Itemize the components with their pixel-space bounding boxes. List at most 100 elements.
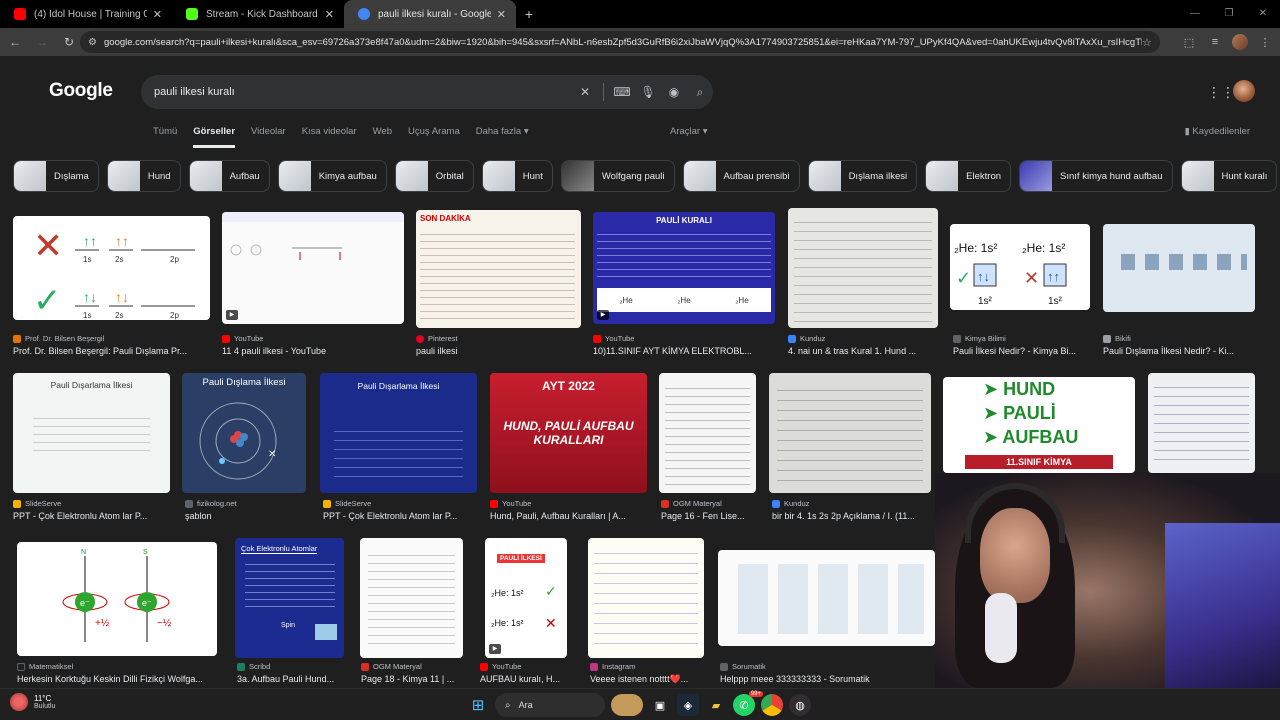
- close-tab-icon[interactable]: ✕: [497, 8, 506, 21]
- taskbar-search[interactable]: ⌕ Ara: [495, 693, 605, 717]
- result-caption[interactable]: 3a. Aufbau Pauli Hund...: [237, 674, 344, 684]
- result-thumbnail[interactable]: [360, 538, 463, 658]
- close-window-icon[interactable]: ✕: [1246, 0, 1280, 28]
- chip-kimya-aufbau[interactable]: Kimya aufbau: [277, 160, 387, 192]
- result-caption[interactable]: Prof. Dr. Bilsen Beşergil: Pauli Dışlama…: [13, 346, 210, 356]
- result-caption[interactable]: Herkesin Korktuğu Keskin Dilli Fizikçi W…: [17, 674, 217, 684]
- result-thumbnail[interactable]: [588, 538, 704, 658]
- chip-disarlama[interactable]: Dışlama: [13, 160, 99, 192]
- image-result[interactable]: OGM Materyal Page 16 - Fen Lise...: [659, 373, 756, 525]
- forward-icon[interactable]: →: [30, 35, 54, 49]
- menu-icon[interactable]: ⋮: [1256, 36, 1274, 49]
- result-thumbnail[interactable]: [769, 373, 931, 493]
- chip-aufbau-prensibi[interactable]: Aufbau prensibi: [682, 160, 800, 192]
- image-result[interactable]: OGM Materyal Page 18 - Kimya 11 | ...: [360, 538, 463, 688]
- search-box[interactable]: ✕ ⌨ 🎙 ◉ ⌕: [141, 75, 713, 109]
- result-caption[interactable]: Page 16 - Fen Lise...: [661, 511, 756, 521]
- extensions-icon[interactable]: ⬚: [1180, 36, 1198, 49]
- image-result[interactable]: PAULİ KURALI ₂He ₂He ₂He ▶ YouTube 10)11.S…: [593, 208, 775, 358]
- image-result[interactable]: Pauli Dışarlama İlkesi SlideServe PPT - …: [13, 373, 170, 525]
- result-caption[interactable]: 4. nai un & tras Kural 1. Hund ...: [788, 346, 938, 356]
- minimize-icon[interactable]: —: [1178, 0, 1212, 28]
- search-input[interactable]: [154, 86, 572, 98]
- url-field[interactable]: ⚙ google.com/search?q=pauli+ilkesi+kural…: [80, 31, 1160, 53]
- obs-icon[interactable]: ◍: [789, 694, 811, 716]
- result-thumbnail[interactable]: [1148, 373, 1255, 473]
- result-caption[interactable]: PPT - Çok Elektronlu Atom lar P...: [323, 511, 477, 521]
- image-result[interactable]: Pauli Dışlama İlkesi ✕ fizikolog.net şab…: [182, 373, 306, 525]
- tab-images[interactable]: Görseller: [193, 126, 236, 148]
- image-result[interactable]: ✕ ✓ ↑↑ ↑↑ ↑↓ ↑↓ 1s 2s 2p 1s 2s 2p Prof. Dr. Bi…: [13, 208, 210, 358]
- tab-web[interactable]: Web: [373, 126, 392, 148]
- bookmark-star-icon[interactable]: ☆: [1142, 36, 1160, 49]
- chip-wolfgang-pauli[interactable]: Wolfgang pauli: [560, 160, 675, 192]
- result-thumbnail[interactable]: Çok Elektronlu Atomlar Spin: [235, 538, 344, 658]
- task-view-icon[interactable]: ▣: [649, 694, 671, 716]
- result-thumbnail[interactable]: [1103, 224, 1255, 312]
- saved-button[interactable]: ▮ Kaydedilenler: [1185, 126, 1250, 137]
- browser-tab-kick[interactable]: Stream - Kick Dashboard ✕: [172, 0, 344, 28]
- image-result[interactable]: PAULİ İLKESİ ₂He: 1s² ✓ ₂He: 1s² ✕ ▶ YouTu…: [480, 538, 567, 688]
- result-caption[interactable]: Veeee istenen notttt❤️...: [590, 674, 702, 685]
- result-caption[interactable]: AUFBAU kuralı, H...: [480, 674, 570, 684]
- maximize-icon[interactable]: ❐: [1212, 0, 1246, 28]
- result-thumbnail[interactable]: Pauli Dışarlama İlkesi: [13, 373, 170, 493]
- tab-all[interactable]: Tümü: [153, 126, 177, 148]
- image-result[interactable]: Çok Elektronlu Atomlar Spin Scribd 3a. A…: [235, 538, 344, 688]
- result-thumbnail[interactable]: ✕ ✓ ↑↑ ↑↑ ↑↓ ↑↓ 1s 2s 2p 1s 2s 2p: [13, 216, 210, 320]
- clear-search-icon[interactable]: ✕: [572, 85, 598, 99]
- chip-hunt[interactable]: Hunt: [481, 160, 553, 192]
- keyboard-icon[interactable]: ⌨: [609, 85, 635, 99]
- chip-orbital[interactable]: Orbital: [394, 160, 474, 192]
- image-result[interactable]: ₂He: 1s² ₂He: 1s² ✓ ↑↓ ✕ ↑↑ 1s² 1s² Kimya…: [950, 208, 1090, 358]
- result-caption[interactable]: Hund, Pauli, Aufbau Kuralları | A...: [490, 511, 647, 521]
- result-thumbnail[interactable]: Pauli Dışlama İlkesi ✕: [182, 373, 306, 493]
- whatsapp-icon[interactable]: ✆ 99+: [733, 691, 763, 716]
- close-tab-icon[interactable]: ✕: [153, 8, 162, 21]
- result-caption[interactable]: bir bir 4. 1s 2s 2p Açıklama / I. (11...: [772, 511, 931, 521]
- chip-elektron[interactable]: Elektron: [925, 160, 1012, 192]
- google-logo[interactable]: Google: [49, 80, 113, 102]
- result-caption[interactable]: 10)11.SINIF AYT KİMYA ELEKTROBL...: [593, 346, 775, 356]
- chrome-icon[interactable]: [761, 694, 783, 716]
- result-thumbnail[interactable]: ₂He: 1s² ₂He: 1s² ✓ ↑↓ ✕ ↑↑ 1s² 1s²: [950, 224, 1090, 310]
- result-thumbnail[interactable]: ▶: [222, 212, 404, 324]
- browser-tab-google[interactable]: pauli ilkesi kuralı - Google'da A ✕: [344, 0, 516, 28]
- tools-button[interactable]: Araçlar ▾: [670, 126, 708, 137]
- browser-profile-avatar[interactable]: [1232, 34, 1248, 50]
- site-info-icon[interactable]: ⚙: [88, 37, 104, 48]
- tab-flights[interactable]: Uçuş Arama: [408, 126, 460, 148]
- media-icon[interactable]: ≡: [1206, 36, 1224, 48]
- result-thumbnail[interactable]: PAULİ KURALI ₂He ₂He ₂He ▶: [593, 212, 775, 324]
- result-thumbnail[interactable]: PAULİ İLKESİ ₂He: 1s² ✓ ₂He: 1s² ✕ ▶: [485, 538, 567, 658]
- back-icon[interactable]: ←: [3, 35, 27, 49]
- search-icon[interactable]: ⌕: [687, 85, 713, 100]
- result-caption[interactable]: Pauli Dışlama İlkesi Nedir? - Ki...: [1103, 346, 1255, 356]
- food-widget-icon[interactable]: [611, 694, 643, 716]
- image-result[interactable]: ▶ YouTube 11 4 pauli ilkesi - YouTube: [222, 208, 404, 358]
- file-explorer-icon[interactable]: ▰: [705, 694, 727, 716]
- chip-sinif-kimya[interactable]: Sınıf kimya hund aufbau: [1019, 160, 1173, 192]
- result-caption[interactable]: şablon: [185, 511, 306, 521]
- chip-disarlama-ilkesi[interactable]: Dışlama ilkesi: [807, 160, 918, 192]
- image-result[interactable]: Kunduz 4. nai un & tras Kural 1. Hund ..…: [788, 208, 938, 358]
- result-caption[interactable]: Pauli İlkesi Nedir? - Kimya Bi...: [953, 346, 1090, 356]
- new-tab-button[interactable]: +: [516, 0, 542, 28]
- image-result[interactable]: Kunduz bir bir 4. 1s 2s 2p Açıklama / I.…: [769, 373, 931, 525]
- tab-more[interactable]: Daha fazla ▾: [476, 126, 529, 148]
- result-thumbnail[interactable]: N S e⁻ e⁻ +½ −½: [17, 542, 217, 656]
- result-thumbnail[interactable]: Pauli Dışarlama İlkesi: [320, 373, 477, 493]
- image-result[interactable]: ➤ HUND ➤ PAULİ ➤ AUFBAU 11.SINIF KİMYA: [943, 373, 1135, 473]
- account-avatar[interactable]: [1233, 80, 1255, 102]
- result-thumbnail[interactable]: AYT 2022 HUND, PAULİ AUFBAU KURALLARI: [490, 373, 647, 493]
- result-caption[interactable]: Helppp meee 333333333 - Sorumatik: [720, 674, 935, 684]
- result-thumbnail[interactable]: SON DAKİKA: [416, 210, 581, 328]
- image-result[interactable]: Sorumatik Helppp meee 333333333 - Soruma…: [718, 538, 935, 688]
- result-caption[interactable]: Page 18 - Kimya 11 | ...: [361, 674, 463, 684]
- image-result[interactable]: [1148, 373, 1255, 473]
- result-thumbnail[interactable]: [788, 208, 938, 328]
- weather-widget[interactable]: 11°C Bulutlu: [10, 693, 55, 711]
- result-caption[interactable]: PPT - Çok Elektronlu Atom lar P...: [13, 511, 170, 521]
- result-thumbnail[interactable]: [659, 373, 756, 493]
- steam-icon[interactable]: ◈: [677, 694, 699, 716]
